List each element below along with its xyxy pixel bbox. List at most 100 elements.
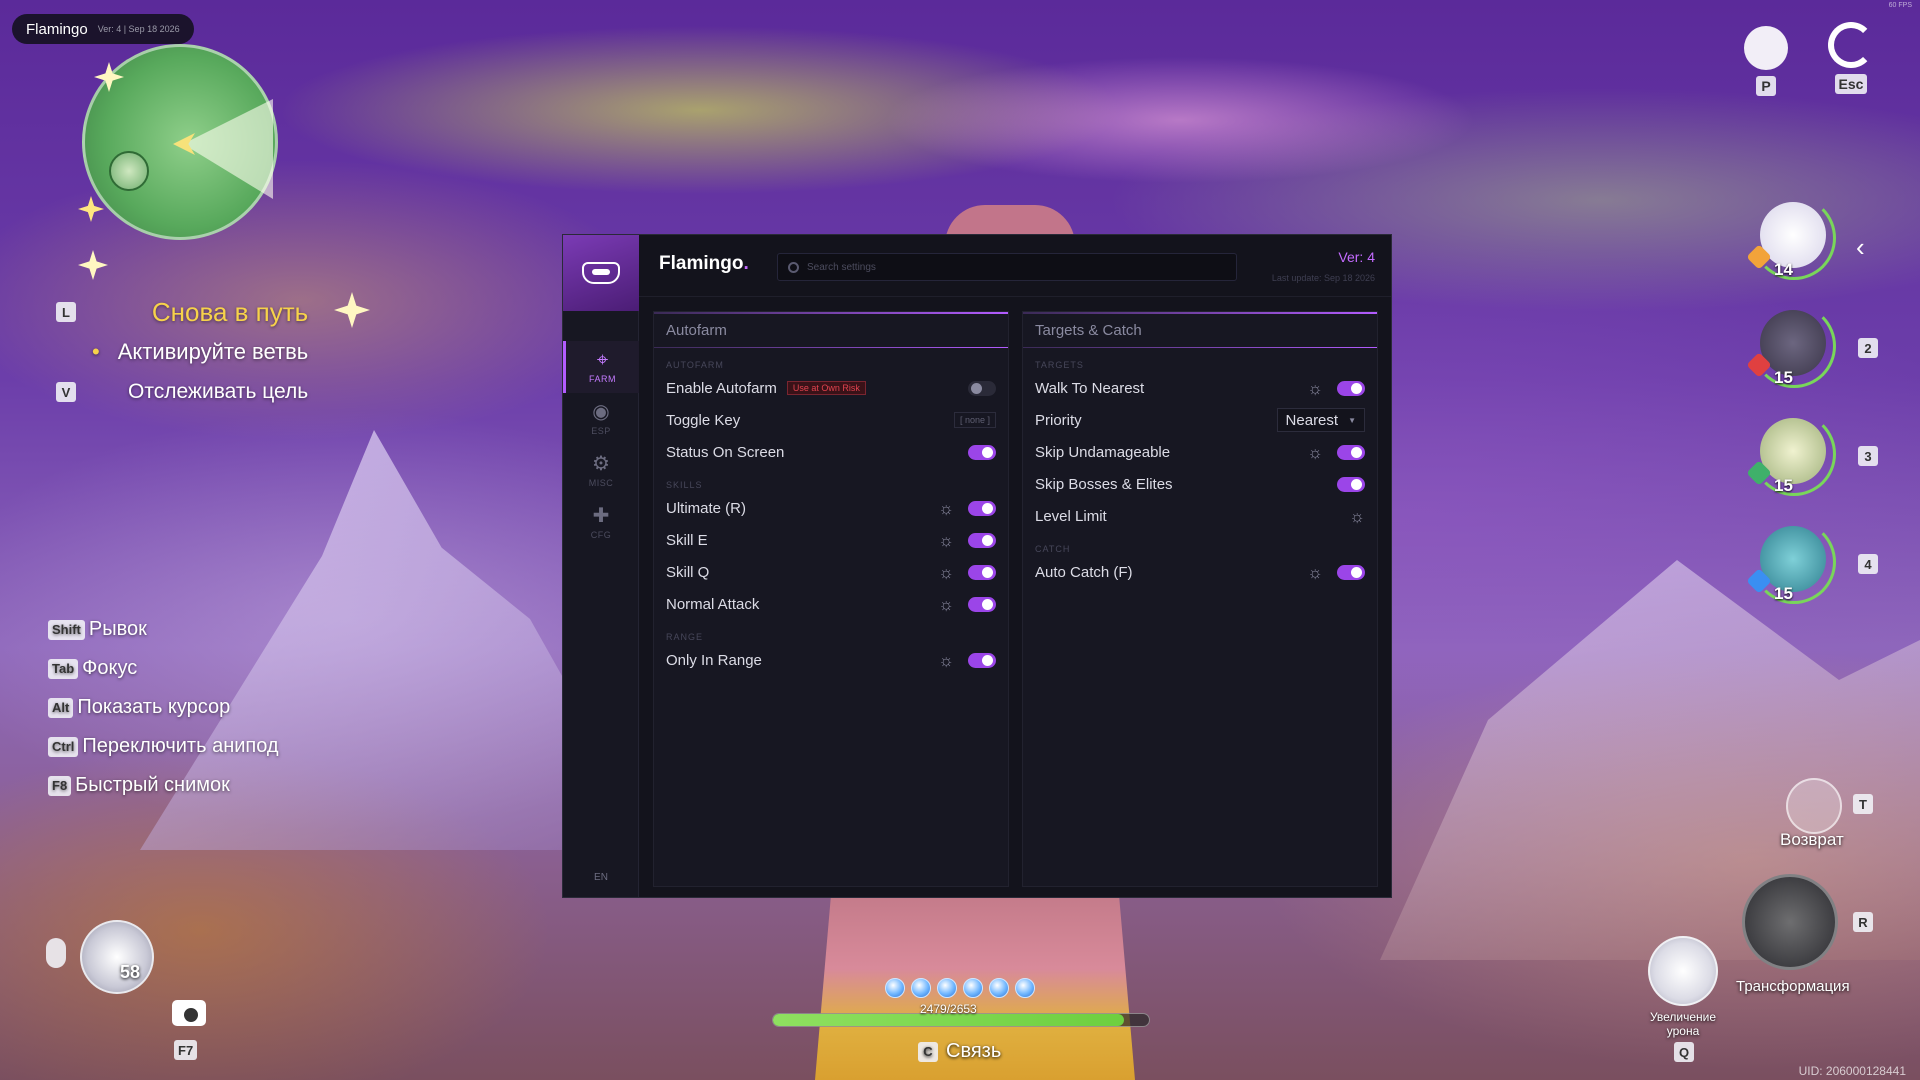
camera-icon[interactable]: [172, 1000, 206, 1026]
quest-marker-icon: [334, 292, 370, 328]
party-member-2[interactable]: 15 2: [1746, 304, 1878, 390]
hotkey-screenshot: F8 Быстрый снимок: [48, 774, 279, 797]
eye-icon: ◉: [592, 401, 610, 423]
energy-orb: [885, 978, 905, 998]
auto-catch-row: Auto Catch (F) ☼: [1023, 556, 1377, 588]
risk-badge: Use at Own Risk: [786, 381, 866, 395]
settings-gear-icon[interactable]: ☼: [938, 532, 954, 549]
autofarm-panel: Autofarm AUTOFARM Enable Autofarm Use at …: [653, 311, 1009, 887]
search-input[interactable]: [807, 261, 1207, 273]
hp-arc: [1752, 412, 1836, 496]
cheat-menu-window[interactable]: ⌖ FARM ◉ ESP ⚙ MISC ✚ CFG EN Flamingo. V…: [562, 234, 1392, 898]
slot-key: 3: [1858, 446, 1878, 466]
track-target-label[interactable]: Отслеживать цель: [128, 380, 308, 404]
brand-name: Flamingo: [26, 20, 88, 38]
only-in-range-row: Only In Range ☼: [654, 644, 1008, 676]
return-button[interactable]: [1786, 778, 1842, 834]
skill-q-row: Skill Q ☼: [654, 556, 1008, 588]
priority-dropdown[interactable]: Nearest ▼: [1276, 408, 1365, 432]
normal-attack-toggle[interactable]: [968, 596, 996, 612]
row-label: Normal Attack: [666, 595, 760, 613]
link-hint[interactable]: C Связь: [918, 1040, 1001, 1063]
skill-q-toggle[interactable]: [968, 564, 996, 580]
nav-label: MISC: [588, 478, 614, 488]
section-label: RANGE: [666, 632, 704, 642]
panel-title: Autofarm: [654, 312, 1008, 348]
section-label: SKILLS: [666, 480, 703, 490]
party-member-4[interactable]: 15 4: [1746, 520, 1878, 606]
row-label: Status On Screen: [666, 443, 785, 461]
row-label: Priority: [1035, 411, 1082, 429]
pet-icon: [1744, 26, 1788, 70]
ultimate-row: Ultimate (R) ☼: [654, 492, 1008, 524]
nav-esp[interactable]: ◉ ESP: [563, 393, 639, 445]
skip-undamageable-toggle[interactable]: [1337, 444, 1365, 460]
auto-catch-toggle[interactable]: [1337, 564, 1365, 580]
skip-bosses-toggle[interactable]: [1337, 476, 1365, 492]
snowy-hill: [1380, 560, 1920, 960]
settings-gear-icon[interactable]: ☼: [938, 596, 954, 613]
row-label: Walk To Nearest: [1035, 379, 1145, 397]
flamingo-logo: [563, 235, 639, 311]
quest-objective: • Активируйте ветвь: [92, 339, 309, 364]
settings-gear-icon[interactable]: ☼: [938, 500, 954, 517]
settings-gear-icon[interactable]: ☼: [1307, 564, 1323, 581]
row-label: Enable Autofarm: [666, 379, 777, 397]
menu-button[interactable]: Esc: [1828, 22, 1874, 94]
party-member-1[interactable]: 14: [1746, 196, 1836, 282]
bag-button[interactable]: [80, 920, 154, 994]
enable-autofarm-toggle[interactable]: [968, 380, 996, 396]
waypoint-icon: [109, 151, 149, 191]
slot-key: 4: [1858, 554, 1878, 574]
pet-level: 15: [1774, 368, 1793, 387]
pet-button[interactable]: P: [1744, 26, 1788, 96]
damage-boost-label: Увеличение урона: [1649, 1010, 1717, 1038]
key-esc: Esc: [1834, 74, 1868, 94]
quest-title[interactable]: Снова в путь: [152, 297, 308, 328]
skill-e-toggle[interactable]: [968, 532, 996, 548]
party-member-3[interactable]: 15 3: [1746, 412, 1878, 498]
nav-cfg[interactable]: ✚ CFG: [563, 497, 639, 549]
enable-autofarm-row: Enable Autofarm Use at Own Risk: [654, 372, 1008, 404]
row-label: Skill E: [666, 531, 708, 549]
menu-brand: Flamingo.: [659, 253, 749, 274]
energy-orbs: [885, 978, 1035, 998]
hotkey-switch-pet: Ctrl Переключить анипод: [48, 735, 279, 758]
status-on-screen-toggle[interactable]: [968, 444, 996, 460]
bag-count: 58: [120, 962, 141, 982]
ultimate-toggle[interactable]: [968, 500, 996, 516]
settings-gear-icon[interactable]: ☼: [938, 652, 954, 669]
settings-gear-icon[interactable]: ☼: [938, 564, 954, 581]
search-settings[interactable]: [777, 253, 1237, 281]
walk-to-nearest-row: Walk To Nearest ☼: [1023, 372, 1377, 404]
chevron-down-icon: ▼: [1348, 415, 1356, 425]
damage-boost-button[interactable]: [1648, 936, 1718, 1006]
walk-to-nearest-toggle[interactable]: [1337, 380, 1365, 396]
pet-level: 15: [1774, 476, 1793, 495]
nav-farm[interactable]: ⌖ FARM: [563, 341, 639, 393]
transform-button[interactable]: [1742, 874, 1838, 970]
collapse-party-icon[interactable]: ‹: [1856, 232, 1865, 263]
energy-orb: [1015, 978, 1035, 998]
menu-ring-icon: [1828, 22, 1874, 68]
settings-gear-icon[interactable]: ☼: [1307, 380, 1323, 397]
link-label: Связь: [946, 1040, 1002, 1062]
language-selector[interactable]: EN: [563, 872, 639, 883]
settings-gear-icon[interactable]: ☼: [1349, 508, 1365, 525]
nav-misc[interactable]: ⚙ MISC: [563, 445, 639, 497]
skip-undamageable-row: Skip Undamageable ☼: [1023, 436, 1377, 468]
search-icon: [788, 261, 799, 273]
settings-gear-icon[interactable]: ☼: [1307, 444, 1323, 461]
row-label: Ultimate (R): [666, 499, 747, 517]
key-r: R: [1853, 912, 1873, 932]
level-limit-row: Level Limit ☼: [1023, 500, 1377, 532]
key-q: Q: [1674, 1042, 1694, 1062]
view-cone: [183, 99, 273, 199]
brand-meta: Ver: 4 | Sep 18 2026: [97, 24, 180, 34]
keybind-field[interactable]: [ none ]: [953, 412, 996, 428]
puzzle-icon: ✚: [592, 505, 610, 527]
only-in-range-toggle[interactable]: [968, 652, 996, 668]
slot-key: 2: [1858, 338, 1878, 358]
quest-tracker[interactable]: L Снова в путь • Активируйте ветвь V Отсл…: [44, 296, 320, 416]
return-label: Возврат: [1780, 830, 1844, 849]
